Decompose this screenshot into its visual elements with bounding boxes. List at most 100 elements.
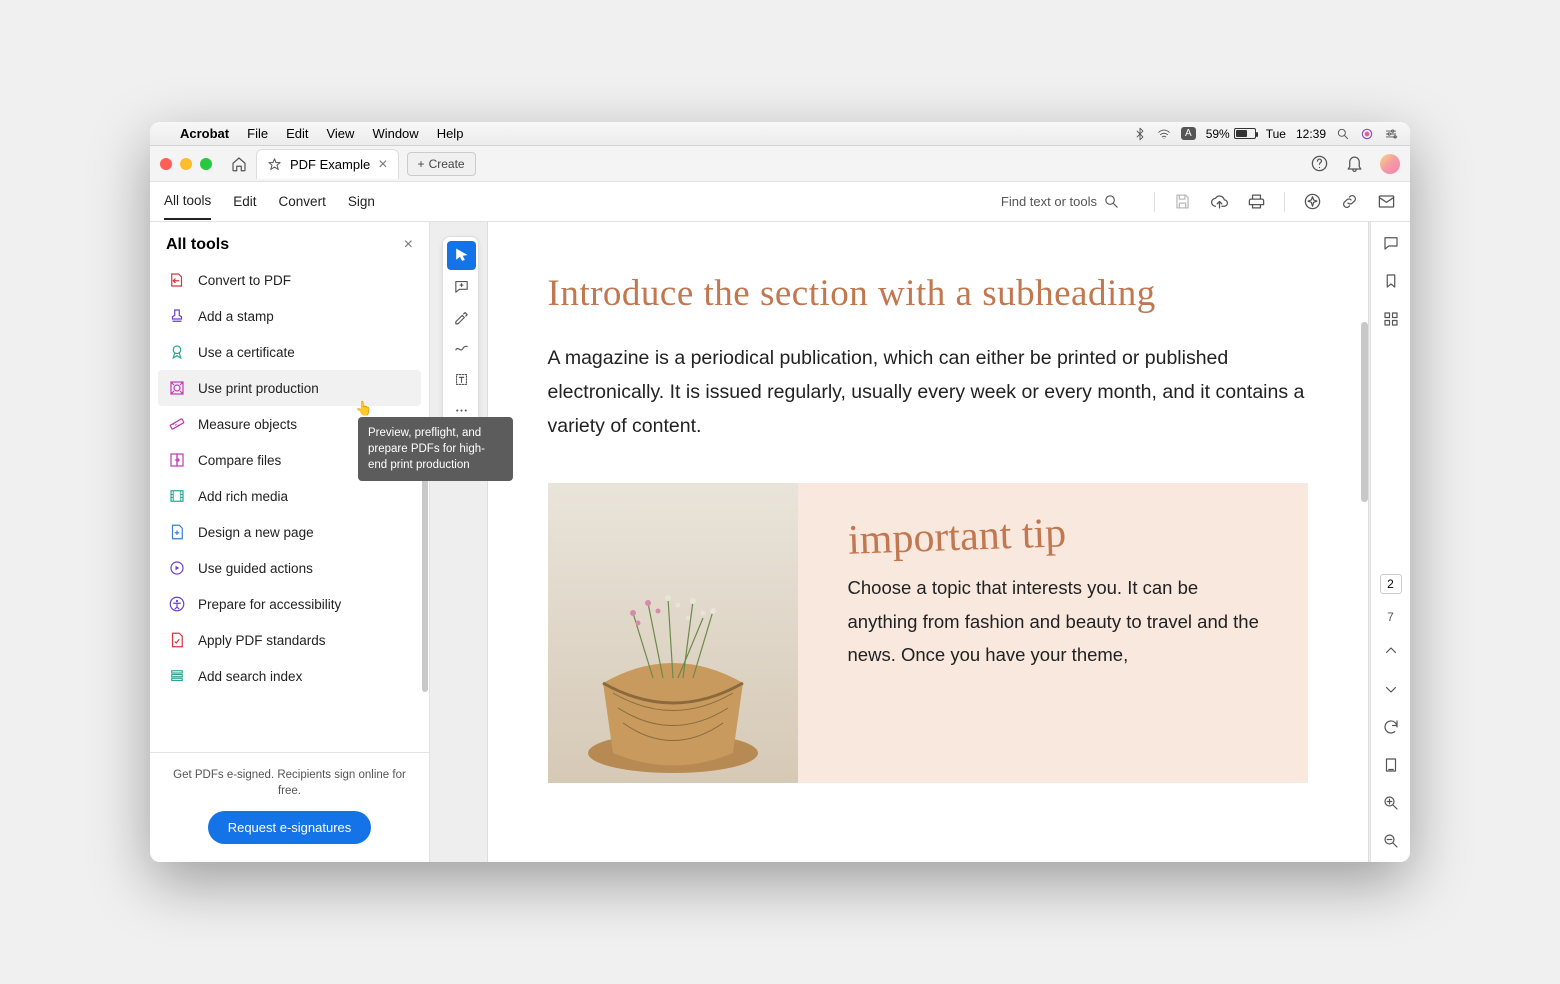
document-viewport[interactable]: Introduce the section with a subheading … [430,222,1370,862]
certificate-icon [168,343,186,361]
tip-content: important tip Choose a topic that intere… [798,483,1308,783]
document-tab[interactable]: PDF Example × [256,149,399,179]
sidebar-scrollbar[interactable] [422,462,428,692]
tool-item-accessibility[interactable]: Prepare for accessibility [158,586,421,622]
tool-item-certificate[interactable]: Use a certificate [158,334,421,370]
tip-callout: important tip Choose a topic that intere… [548,483,1308,783]
wifi-icon[interactable] [1157,127,1171,141]
text-tool[interactable] [447,365,476,394]
tool-label: Apply PDF standards [198,633,326,648]
page-up-icon[interactable] [1380,640,1402,662]
sidebar-title: All tools [166,236,229,254]
siri-icon[interactable] [1360,127,1374,141]
tool-item-search-index[interactable]: Add search index [158,658,421,694]
maximize-window-button[interactable] [200,158,212,170]
battery-percent: 59% [1206,127,1230,141]
bluetooth-icon[interactable] [1133,127,1147,141]
guided-icon [168,559,186,577]
tip-heading-script: important tip [847,510,1067,566]
tab-convert[interactable]: Convert [279,184,326,219]
zoom-in-icon[interactable] [1380,792,1402,814]
menu-edit[interactable]: Edit [286,126,308,141]
bell-icon[interactable] [1345,154,1364,173]
save-icon[interactable] [1173,192,1192,211]
menu-help[interactable]: Help [437,126,464,141]
total-pages: 7 [1387,610,1394,624]
tool-item-rich-media[interactable]: Add rich media [158,478,421,514]
create-button[interactable]: + Create [407,152,476,176]
menu-view[interactable]: View [326,126,354,141]
tool-item-guided[interactable]: Use guided actions [158,550,421,586]
help-icon[interactable] [1310,154,1329,173]
sidebar-footer: Get PDFs e-signed. Recipients sign onlin… [150,752,429,862]
spotlight-icon[interactable] [1336,127,1350,141]
standards-icon [168,631,186,649]
tool-label: Measure objects [198,417,297,432]
search-icon [1103,193,1120,210]
tool-label: Design a new page [198,525,314,540]
profile-avatar[interactable] [1380,154,1400,174]
page-down-icon[interactable] [1380,678,1402,700]
bookmarks-panel-icon[interactable] [1380,270,1402,292]
draw-tool[interactable] [447,334,476,363]
search-label: Find text or tools [1001,194,1097,209]
comments-panel-icon[interactable] [1380,232,1402,254]
menu-file[interactable]: File [247,126,268,141]
tool-item-design-page[interactable]: Design a new page [158,514,421,550]
basket-illustration [568,583,778,783]
clock-time[interactable]: 12:39 [1296,127,1326,141]
tool-item-stamp[interactable]: Add a stamp [158,298,421,334]
mail-icon[interactable] [1377,192,1396,211]
document-scrollbar[interactable] [1361,322,1368,502]
minimize-window-button[interactable] [180,158,192,170]
stamp-icon [168,307,186,325]
select-tool[interactable] [447,241,476,270]
close-sidebar-icon[interactable]: × [404,236,413,254]
print-icon[interactable] [1247,192,1266,211]
highlight-tool[interactable] [447,303,476,332]
comment-tool[interactable] [447,272,476,301]
star-icon[interactable] [267,157,282,172]
tip-body-text: Choose a topic that interests you. It ca… [848,571,1268,671]
rotate-icon[interactable] [1380,716,1402,738]
ai-assistant-icon[interactable] [1303,192,1322,211]
thumbnails-panel-icon[interactable] [1380,308,1402,330]
find-tools[interactable]: Find text or tools [1001,193,1120,210]
close-window-button[interactable] [160,158,172,170]
menu-window[interactable]: Window [372,126,418,141]
battery-status[interactable]: 59% [1206,127,1256,141]
convert-pdf-icon [168,271,186,289]
tools-sidebar: All tools × Convert to PDF Add a stamp Use… [150,222,430,862]
link-icon[interactable] [1340,192,1359,211]
rich-media-icon [168,487,186,505]
macos-menubar: Acrobat File Edit View Window Help A 59%… [150,122,1410,146]
tab-edit[interactable]: Edit [233,184,256,219]
main-toolbar: All tools Edit Convert Sign Find text or… [150,182,1410,222]
right-rail: 2 7 [1370,222,1410,862]
footer-text: Get PDFs e-signed. Recipients sign onlin… [170,767,409,799]
tool-label: Add a stamp [198,309,274,324]
tool-label: Use guided actions [198,561,313,576]
window-controls [160,158,212,170]
tab-sign[interactable]: Sign [348,184,375,219]
tool-item-print-production[interactable]: Use print production [158,370,421,406]
tool-item-convert-pdf[interactable]: Convert to PDF [158,262,421,298]
request-signatures-button[interactable]: Request e-signatures [208,811,372,844]
page-display-icon[interactable] [1380,754,1402,776]
close-tab-icon[interactable]: × [378,156,387,174]
home-icon[interactable] [230,155,248,173]
zoom-out-icon[interactable] [1380,830,1402,852]
search-index-icon [168,667,186,685]
clock-day[interactable]: Tue [1266,127,1286,141]
cloud-upload-icon[interactable] [1210,192,1229,211]
toolbar-right-icons [1154,192,1396,212]
create-label: Create [429,157,465,171]
input-source-icon[interactable]: A [1181,127,1196,140]
current-page-input[interactable]: 2 [1380,574,1402,594]
quick-tools [442,236,479,430]
accessibility-icon [168,595,186,613]
control-center-icon[interactable] [1384,127,1398,141]
tab-all-tools[interactable]: All tools [164,183,211,220]
tool-item-standards[interactable]: Apply PDF standards [158,622,421,658]
app-name[interactable]: Acrobat [180,126,229,141]
